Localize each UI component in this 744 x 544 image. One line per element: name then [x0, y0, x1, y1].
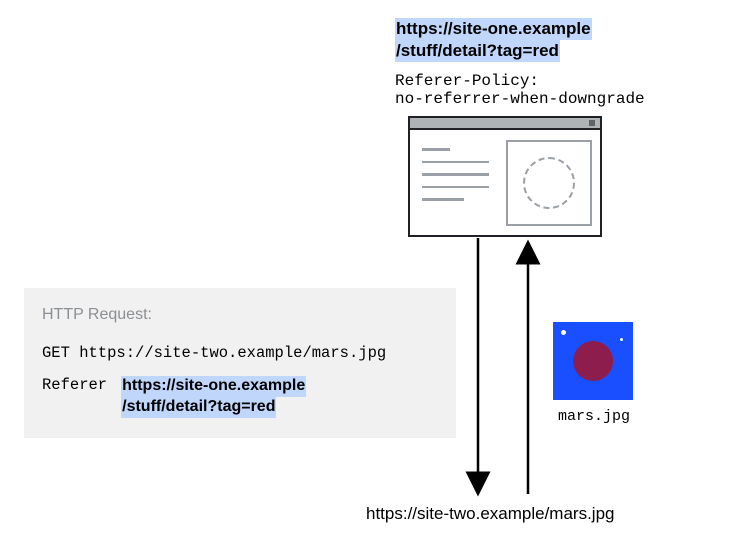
http-request-line: GET https://site-two.example/mars.jpg	[42, 344, 438, 362]
browser-image-placeholder-icon	[506, 140, 592, 226]
browser-titlebar-icon	[410, 118, 600, 130]
resource-url: https://site-two.example/mars.jpg	[366, 504, 614, 524]
http-request-url: https://site-two.example/mars.jpg	[79, 344, 386, 362]
http-request-title: HTTP Request:	[42, 306, 438, 324]
http-method: GET	[42, 344, 70, 362]
mars-image-icon	[553, 322, 633, 400]
referer-header-value: https://site-one.example /stuff/detail?t…	[121, 376, 306, 418]
referer-header-name: Referer	[42, 376, 107, 394]
referer-header-row: Referer https://site-one.example /stuff/…	[42, 376, 438, 418]
http-request-box: HTTP Request: GET https://site-two.examp…	[24, 288, 456, 438]
browser-text-lines-icon	[422, 148, 492, 211]
referer-value-line2: /stuff/detail?tag=red	[121, 397, 276, 418]
page-url-line2: /stuff/detail?tag=red	[395, 40, 560, 62]
referrer-policy-label: Referer-Policy:	[395, 72, 539, 90]
planet-icon	[573, 341, 613, 381]
page-url-line1: https://site-one.example	[395, 18, 592, 40]
mars-image-caption: mars.jpg	[553, 408, 635, 425]
referrer-policy-value: no-referrer-when-downgrade	[395, 90, 645, 108]
browser-window-icon	[408, 116, 602, 237]
referrer-policy: Referer-Policy: no-referrer-when-downgra…	[395, 72, 645, 109]
image-loading-circle-icon	[523, 157, 575, 209]
referer-value-line1: https://site-one.example	[121, 376, 306, 397]
page-full-url: https://site-one.example /stuff/detail?t…	[395, 18, 592, 62]
